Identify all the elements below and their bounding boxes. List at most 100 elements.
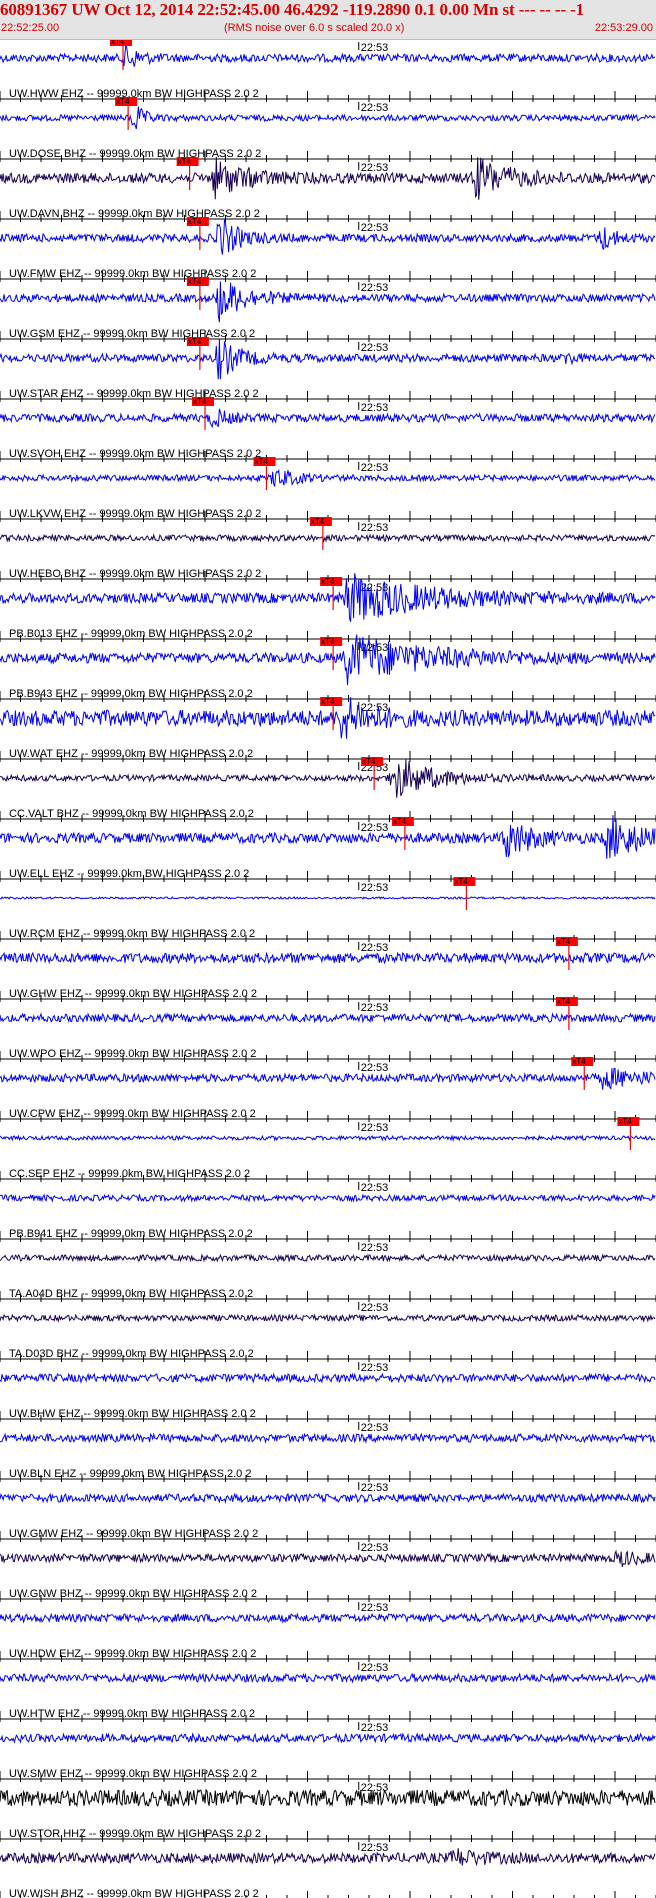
trace-line (0, 759, 656, 798)
pick-label: xT4 (362, 757, 376, 766)
station-label: UW.BLN EHZ -- 99999.0km BW HIGHPASS 2.0 … (9, 1468, 251, 1480)
trace-line (0, 533, 656, 543)
station-label: UW.STOR HHZ -- 99999.0km BW HIGHPASS 2.0… (9, 1828, 261, 1840)
station-label: UW.WPO EHZ -- 99999.0km BW HIGHPASS 2.0 … (9, 1048, 256, 1060)
station-label: UW.HTW EHZ -- 99999.0km BW HIGHPASS 2.0 … (9, 1708, 255, 1720)
minute-label: 22:53 (361, 402, 389, 414)
trace-line (0, 1372, 656, 1384)
start-time: 22:52:25.00 (1, 22, 60, 34)
station-label: PB.B013 EHZ -- 99999.0km BW HIGHPASS 2.0… (9, 628, 253, 640)
trace-line (0, 1012, 656, 1024)
minute-label: 22:53 (361, 102, 389, 114)
trace-line (0, 42, 656, 67)
trace-line (0, 219, 656, 255)
station-label: UW.FMW EHZ -- 99999.0km BW HIGHPASS 2.0 … (9, 268, 256, 280)
pick-label: xT4 (193, 397, 207, 406)
station-label: UW.GHW EHZ -- 99999.0km BW HIGHPASS 2.0 … (9, 988, 257, 1000)
pick-label: xT4 (255, 457, 269, 466)
station-label: UW.CPW EHZ -- 99999.0km BW HIGHPASS 2.0 … (9, 1108, 256, 1120)
pick-label: xT4 (321, 697, 335, 706)
station-label: PB.B943 EHZ -- 99999.0km BW HIGHPASS 2.0… (9, 688, 253, 700)
minute-label: 22:53 (361, 1602, 389, 1614)
minute-label: 22:53 (361, 1242, 389, 1254)
station-label: CC.VALT BHZ -- 99999.0km BW HIGHPASS 2.0… (9, 808, 254, 820)
end-time: 22:53:29.00 (594, 22, 653, 34)
minute-label: 22:53 (361, 1302, 389, 1314)
minute-label: 22:53 (361, 1362, 389, 1374)
header-bar: 60891367 UW Oct 12, 2014 22:52:45.00 46.… (0, 0, 656, 40)
trace-line (0, 1732, 656, 1744)
pick-label: xT4 (116, 97, 130, 106)
trace-line (0, 339, 656, 380)
station-label: TA.D03D BHZ -- 99999.0km BW HIGHPASS 2.0… (9, 1348, 254, 1360)
pick-label: xT4 (321, 577, 335, 586)
station-label: PB.B941 EHZ -- 99999.0km BW HIGHPASS 2.0… (9, 1228, 253, 1240)
minute-label: 22:53 (361, 1422, 389, 1434)
pick-label: xT4 (311, 517, 325, 526)
minute-label: 22:53 (361, 522, 389, 534)
rms-subtitle: (RMS noise over 6.0 s scaled 20.0 x) (224, 22, 405, 34)
minute-label: 22:53 (361, 1722, 389, 1734)
pick-label: xT4 (572, 1057, 586, 1066)
station-label: UW.DOSE BHZ -- 99999.0km BW HIGHPASS 2.0… (9, 148, 261, 160)
station-label: UW.ELL EHZ -- 99999.0km BW HIGHPASS 2.0 … (9, 868, 249, 880)
minute-label: 22:53 (361, 162, 389, 174)
trace-line (0, 951, 656, 965)
trace-line (0, 1313, 656, 1323)
station-label: UW.GSM EHZ -- 99999.0km BW HIGHPASS 2.0 … (9, 328, 255, 340)
trace-line (0, 1672, 656, 1684)
station-label: UW.LKVW EHZ -- 99999.0km BW HIGHPASS 2.0… (9, 508, 261, 520)
trace-line (0, 1193, 656, 1203)
station-label: UW.DAVN BHZ -- 99999.0km BW HIGHPASS 2.0… (9, 208, 260, 220)
trace-line (0, 1253, 656, 1263)
station-label: UW.HEBO BHZ -- 99999.0km BW HIGHPASS 2.0… (9, 568, 261, 580)
station-label: UW.STAR EHZ -- 99999.0km BW HIGHPASS 2.0… (9, 388, 259, 400)
minute-label: 22:53 (361, 1002, 389, 1014)
trace-line (0, 1068, 656, 1090)
station-label: UW.GNW BHZ -- 99999.0km BW HIGHPASS 2.0 … (9, 1588, 257, 1600)
pick-label: xT4 (111, 40, 125, 46)
trace-line (0, 895, 656, 900)
trace-line (0, 1134, 656, 1142)
station-label: CC.SEP EHZ -- 99999.0km BW HIGHPASS 2.0 … (9, 1168, 250, 1180)
trace-line (0, 1612, 656, 1624)
minute-label: 22:53 (361, 1542, 389, 1554)
station-label: UW.WISH BHZ -- 99999.0km BW HIGHPASS 2.0… (9, 1888, 259, 1898)
station-label: UW.GMW EHZ -- 99999.0km BW HIGHPASS 2.0 … (9, 1528, 258, 1540)
station-label: UW.SVOH EHZ -- 99999.0km BW HIGHPASS 2.0… (9, 448, 261, 460)
station-label: UW.WAT EHZ -- 99999.0km BW HIGHPASS 2.0 … (9, 748, 253, 760)
pick-label: xT4 (393, 817, 407, 826)
minute-label: 22:53 (361, 1482, 389, 1494)
minute-label: 22:53 (361, 942, 389, 954)
minute-label: 22:53 (361, 462, 389, 474)
pick-label: xT4 (557, 937, 571, 946)
trace-line (0, 1432, 656, 1444)
minute-label: 22:53 (361, 822, 389, 834)
station-label: UW.BHW EHZ -- 99999.0km BW HIGHPASS 2.0 … (9, 1408, 256, 1420)
station-label: UW.RCM EHZ -- 99999.0km BW HIGHPASS 2.0 … (9, 928, 255, 940)
station-label: TA.A04D BHZ -- 99999.0km BW HIGHPASS 2.0… (9, 1288, 253, 1300)
pick-label: xT4 (618, 1117, 632, 1126)
minute-label: 22:53 (361, 882, 389, 894)
station-label: UW.SMW EHZ -- 99999.0km BW HIGHPASS 2.0 … (9, 1768, 257, 1780)
event-title: 60891367 UW Oct 12, 2014 22:52:45.00 46.… (0, 0, 585, 19)
pick-label: xT4 (557, 997, 571, 1006)
trace-line (0, 1788, 656, 1808)
minute-label: 22:53 (361, 342, 389, 354)
pick-label: xT4 (188, 277, 202, 286)
minute-label: 22:53 (361, 1662, 389, 1674)
minute-label: 22:53 (361, 1122, 389, 1134)
minute-label: 22:53 (361, 282, 389, 294)
trace-line (0, 1848, 656, 1867)
trace-line (0, 106, 656, 130)
minute-label: 22:53 (361, 222, 389, 234)
minute-label: 22:53 (361, 42, 389, 54)
pick-label: xT4 (321, 637, 335, 646)
minute-label: 22:53 (361, 1182, 389, 1194)
pick-label: xT4 (188, 337, 202, 346)
pick-label: xT4 (188, 217, 202, 226)
trace-line (0, 1549, 656, 1567)
pick-label: xT4 (178, 157, 192, 166)
minute-label: 22:53 (361, 1062, 389, 1074)
trace-line (0, 281, 656, 323)
